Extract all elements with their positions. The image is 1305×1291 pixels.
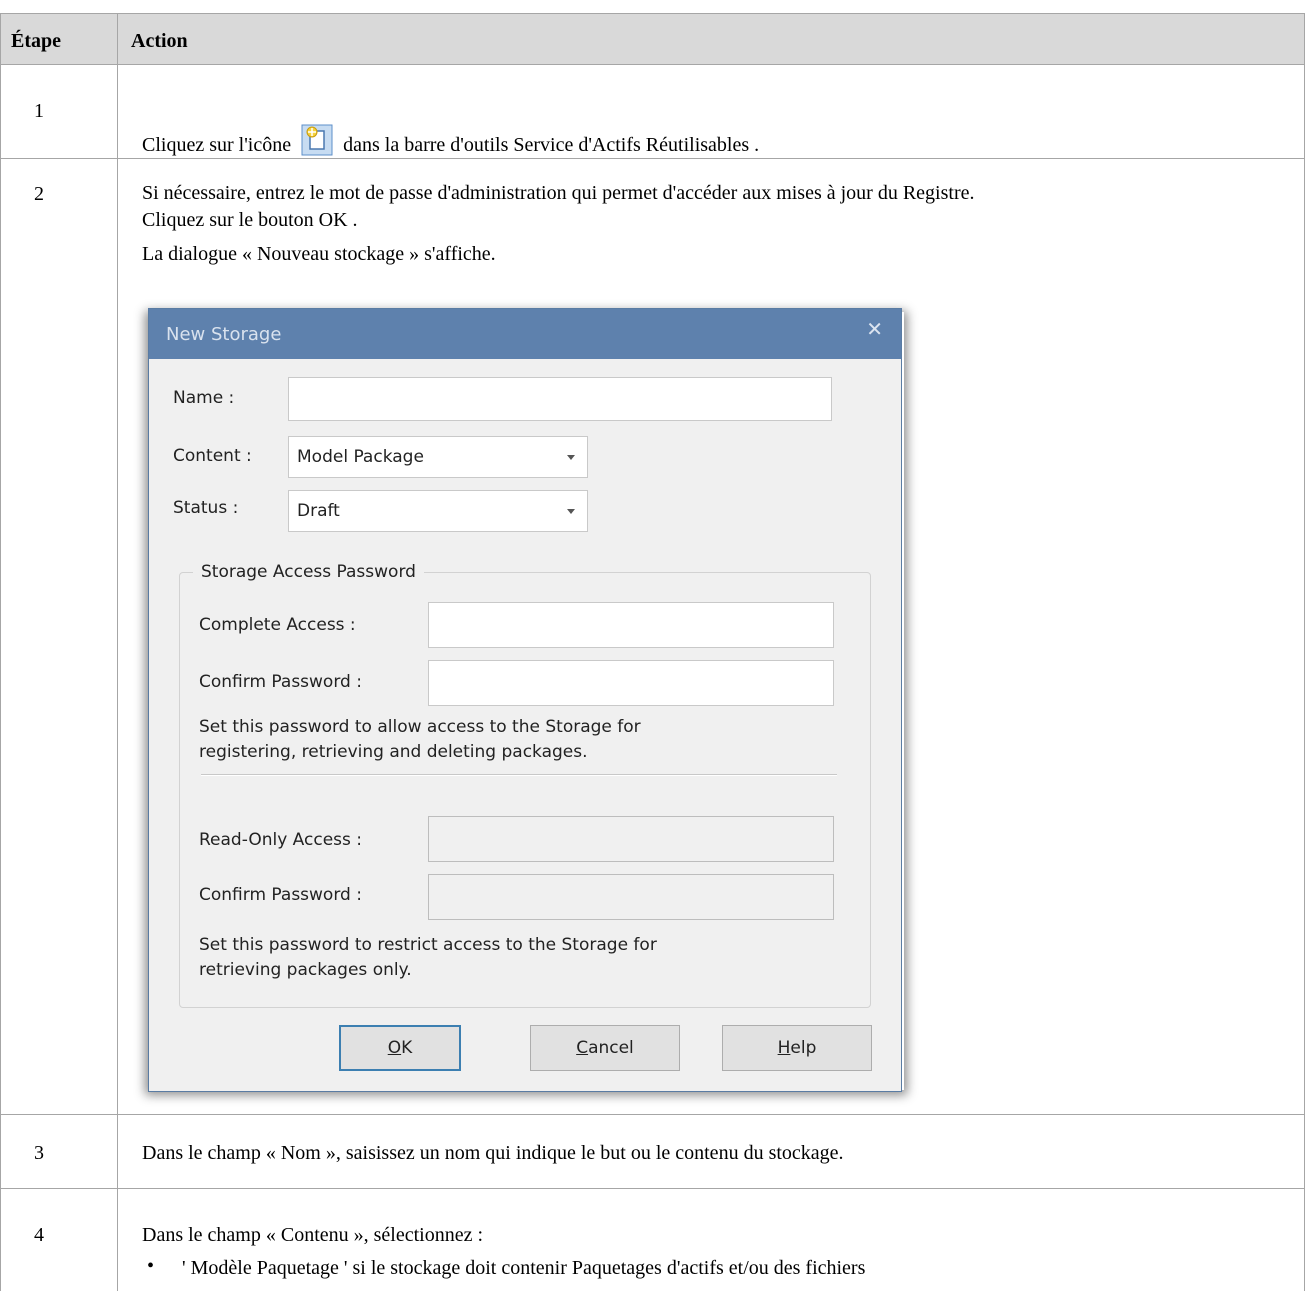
confirm-password-label: Confirm Password : — [199, 672, 362, 692]
row-divider — [0, 1114, 1305, 1115]
dialog-title: New Storage — [166, 324, 282, 345]
content-dropdown[interactable]: Model Package — [288, 436, 588, 478]
readonly-access-input[interactable] — [428, 816, 834, 862]
confirm-password-input-2[interactable] — [428, 874, 834, 920]
complete-access-input[interactable] — [428, 602, 834, 648]
confirm-password-label-2: Confirm Password : — [199, 885, 362, 905]
action-text: Cliquez sur l'icône — [142, 134, 292, 156]
status-selected-value: Draft — [297, 501, 340, 521]
ok-mnemonic: O — [387, 1038, 402, 1058]
ok-label: K — [401, 1038, 413, 1058]
status-dropdown[interactable]: Draft — [288, 490, 588, 532]
help-text-line: registering, retrieving and deleting pac… — [199, 742, 588, 762]
header-action: Action — [131, 30, 188, 52]
readonly-access-label: Read-Only Access : — [199, 830, 362, 850]
content-label: Content : — [173, 446, 252, 466]
table-border-top — [0, 13, 1305, 14]
step-2-line: Cliquez sur le bouton OK . — [142, 209, 358, 231]
name-label: Name : — [173, 388, 235, 408]
step-2-line: Si nécessaire, entrez le mot de passe d'… — [142, 182, 975, 204]
step-4-bullet: ' Modèle Paquetage ' si le stockage doit… — [182, 1257, 866, 1279]
password-group-title: Storage Access Password — [193, 562, 424, 582]
column-divider — [117, 13, 118, 1291]
step-number: 2 — [34, 183, 44, 205]
step-number: 1 — [34, 100, 44, 122]
close-icon[interactable]: ✕ — [866, 317, 883, 341]
step-4-action: Dans le champ « Contenu », sélectionnez … — [142, 1224, 484, 1246]
action-text: dans la barre d'outils Service d'Actifs … — [343, 134, 760, 156]
step-number: 3 — [34, 1142, 44, 1164]
help-label: elp — [790, 1038, 817, 1058]
content-selected-value: Model Package — [297, 447, 424, 467]
step-2-line: La dialogue « Nouveau stockage » s'affic… — [142, 243, 496, 265]
complete-access-label: Complete Access : — [199, 615, 356, 635]
header-step: Étape — [11, 30, 61, 52]
cancel-label: ancel — [588, 1038, 634, 1058]
cancel-mnemonic: C — [576, 1038, 589, 1058]
group-separator — [201, 774, 837, 776]
table-header-background — [0, 13, 1305, 65]
dialog-title-bar: New Storage ✕ — [149, 309, 901, 359]
confirm-password-input[interactable] — [428, 660, 834, 706]
bullet-dot: • — [147, 1255, 155, 1277]
chevron-down-icon — [567, 455, 575, 460]
name-input[interactable] — [288, 377, 832, 421]
help-text-line: Set this password to restrict access to … — [199, 935, 657, 955]
help-text-line: retrieving packages only. — [199, 960, 412, 980]
new-storage-icon — [300, 123, 334, 157]
row-divider — [0, 64, 1305, 65]
step-1-action: Cliquez sur l'icône dans la barre d'outi… — [142, 123, 759, 158]
help-button[interactable]: Help — [722, 1025, 872, 1071]
cancel-button[interactable]: Cancel — [530, 1025, 680, 1071]
step-number: 4 — [34, 1224, 44, 1246]
status-label: Status : — [173, 498, 239, 518]
chevron-down-icon — [567, 509, 575, 514]
help-text-line: Set this password to allow access to the… — [199, 717, 641, 737]
ok-button[interactable]: OK — [339, 1025, 461, 1071]
row-divider — [0, 158, 1305, 159]
row-divider — [0, 1188, 1305, 1189]
new-storage-dialog: New Storage ✕ Name : Content : Model Pac… — [148, 308, 902, 1092]
step-3-action: Dans le champ « Nom », saisissez un nom … — [142, 1142, 844, 1164]
help-mnemonic: H — [777, 1038, 791, 1058]
table-border-left — [0, 13, 1, 1291]
